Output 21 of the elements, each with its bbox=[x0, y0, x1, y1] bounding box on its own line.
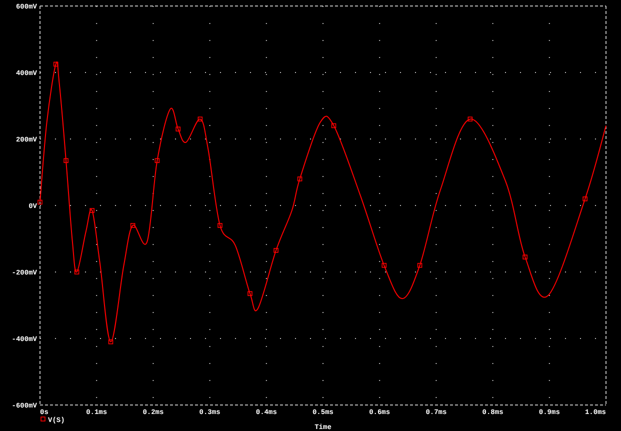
point bbox=[248, 291, 252, 296]
point bbox=[468, 116, 473, 122]
point bbox=[198, 116, 203, 122]
point bbox=[154, 158, 160, 164]
point bbox=[74, 270, 80, 274]
point bbox=[297, 176, 302, 182]
point bbox=[38, 200, 42, 205]
point bbox=[218, 223, 222, 228]
legend-marker-icon bbox=[40, 416, 46, 422]
point bbox=[382, 262, 387, 268]
point bbox=[582, 196, 588, 202]
point bbox=[64, 158, 68, 164]
point bbox=[274, 248, 278, 253]
point bbox=[522, 254, 528, 260]
point bbox=[331, 123, 336, 128]
point bbox=[108, 339, 114, 344]
point bbox=[53, 62, 58, 67]
point bbox=[130, 223, 136, 228]
point bbox=[176, 126, 181, 132]
point bbox=[417, 262, 422, 268]
point bbox=[90, 208, 94, 213]
